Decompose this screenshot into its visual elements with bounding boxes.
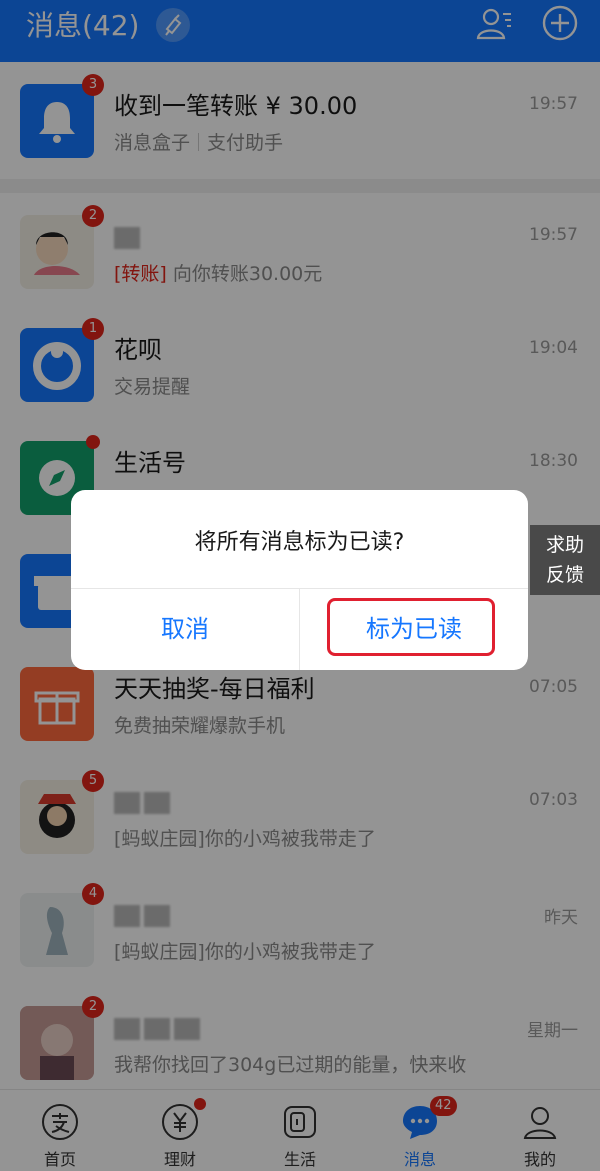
help-feedback-tab[interactable]: 求助 反馈	[530, 525, 600, 595]
highlight-frame	[327, 598, 495, 656]
mark-read-dialog: 将所有消息标为已读? 取消 标为已读	[71, 490, 528, 670]
cancel-button[interactable]: 取消	[71, 588, 299, 670]
dialog-message: 将所有消息标为已读?	[194, 530, 405, 555]
feedback-label: 反馈	[545, 564, 584, 586]
help-label: 求助	[545, 534, 584, 556]
